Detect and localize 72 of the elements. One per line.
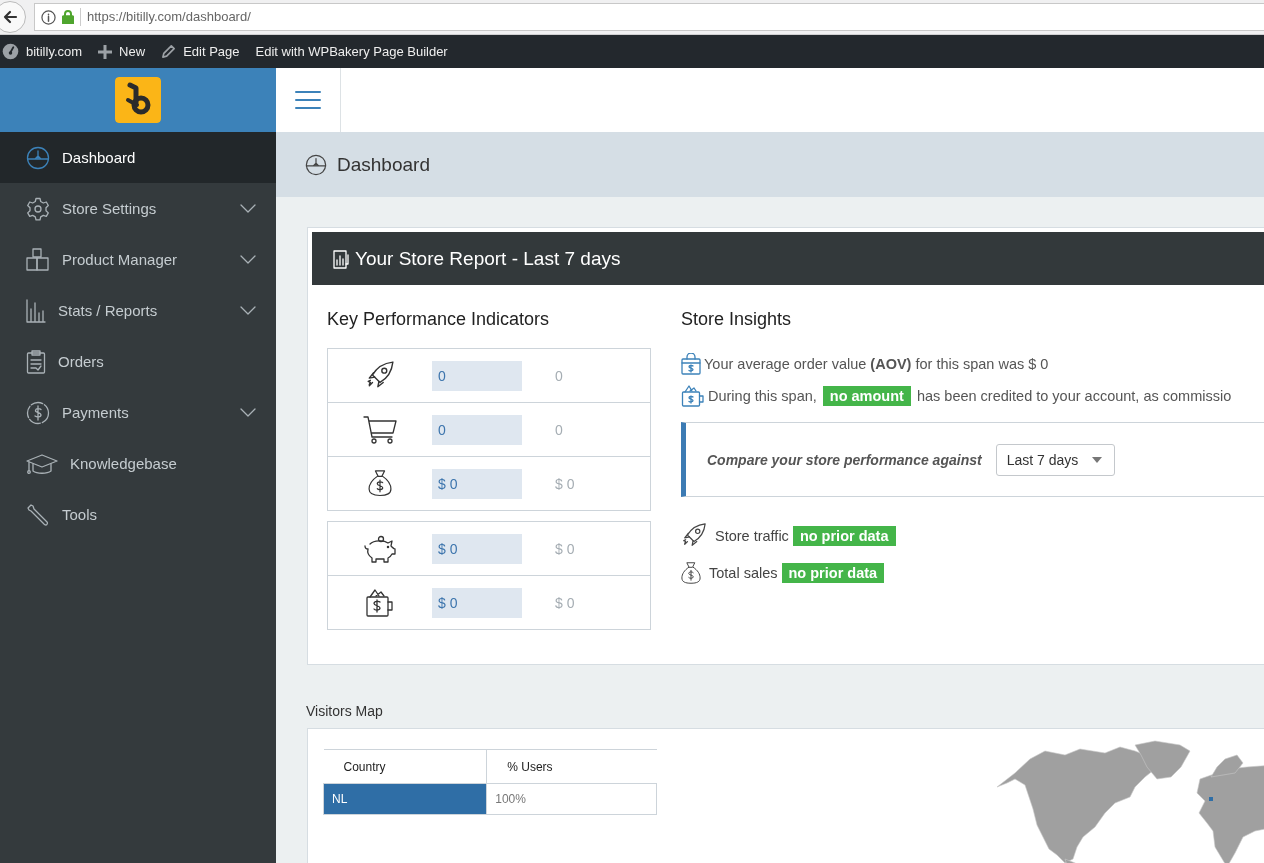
kpi-previous-value: 0	[555, 367, 563, 384]
table-cell: 100%	[486, 783, 657, 815]
aov-text: Your average order value (AOV) for this span was $ 0	[704, 356, 1049, 372]
status-badge: no prior data	[781, 562, 885, 583]
kpi-previous-value: $ 0	[555, 594, 575, 611]
kpi-value: $ 0	[432, 468, 522, 499]
plus-icon	[98, 44, 113, 59]
section-title: Visitors Map	[306, 703, 384, 719]
admin-bar-link[interactable]: Edit with WPBakery Page Builder	[255, 44, 448, 59]
graduation-cap-icon	[26, 451, 58, 476]
sidebar-item[interactable]: Payments	[0, 387, 276, 438]
section-title: Key Performance Indicators	[327, 309, 551, 330]
bar-chart-icon	[26, 298, 46, 323]
gear-icon	[26, 196, 50, 221]
dollar-circle-icon	[26, 400, 50, 425]
comparison-label: Total sales	[709, 564, 778, 581]
chevron-down-icon	[240, 254, 256, 265]
report-chart-icon	[333, 248, 349, 269]
admin-bar-link[interactable]: Edit Page	[183, 44, 240, 59]
back-button[interactable]	[0, 1, 26, 33]
status-badge: no prior data	[792, 525, 896, 546]
info-icon	[41, 9, 56, 25]
chevron-down-icon	[240, 305, 256, 316]
url-text: https://bitilly.com/dashboard/	[80, 8, 251, 26]
gauge-icon	[26, 145, 50, 170]
admin-bar-link[interactable]: bitilly.com	[26, 44, 83, 59]
chevron-down-icon	[240, 407, 256, 418]
sidebar-item[interactable]: Product Manager	[0, 234, 276, 285]
rocket-icon	[681, 522, 707, 549]
kpi-previous-value: $ 0	[555, 475, 575, 492]
credit-text: has been credited to your account, as commissio	[916, 388, 1232, 404]
page-title: Dashboard	[337, 153, 430, 176]
shopping-bag-icon	[681, 353, 701, 375]
wallet-icon	[681, 384, 705, 408]
lock-icon	[62, 10, 74, 24]
piggy-bank-icon	[364, 534, 396, 563]
sidebar-item[interactable]: Dashboard	[0, 132, 276, 183]
chevron-down-icon	[240, 203, 256, 214]
kpi-value: 0	[432, 360, 522, 391]
boxes-icon	[26, 247, 50, 272]
kpi-value: $ 0	[432, 533, 522, 564]
sidebar-item[interactable]: Tools	[0, 489, 276, 540]
column-header: % Users	[486, 749, 657, 784]
table-cell[interactable]: NL	[323, 783, 487, 815]
kpi-previous-value: $ 0	[555, 540, 575, 557]
sidebar-item[interactable]: Knowledgebase	[0, 438, 276, 489]
kpi-value: 0	[432, 414, 522, 445]
admin-bar-link[interactable]: New	[119, 44, 146, 59]
money-bag-icon	[368, 470, 392, 497]
wallet-icon	[365, 587, 395, 618]
back-arrow-icon	[2, 9, 18, 25]
report-title: Your Store Report - Last 7 days	[355, 247, 621, 270]
comparison-label: Store traffic	[715, 527, 789, 544]
compare-label: Compare your store performance against	[707, 451, 982, 468]
credit-text: During this span,	[708, 388, 817, 404]
gauge-icon	[305, 153, 327, 176]
status-badge: no amount	[822, 386, 911, 406]
cart-icon	[363, 414, 397, 445]
section-title: Store Insights	[681, 309, 793, 330]
clipboard-icon	[26, 349, 46, 374]
kpi-previous-value: 0	[555, 421, 563, 438]
menu-icon	[295, 90, 321, 110]
sidebar-item[interactable]: Store Settings	[0, 183, 276, 234]
caret-icon	[1092, 456, 1103, 463]
pencil-icon	[161, 44, 177, 59]
money-bag-icon	[681, 561, 701, 584]
kpi-value: $ 0	[432, 587, 522, 618]
period-select[interactable]: Last 7 days	[995, 443, 1116, 476]
logo-icon	[115, 77, 161, 123]
sidebar-item[interactable]: Stats / Reports	[0, 285, 276, 336]
address-bar[interactable]: https://bitilly.com/dashboard/	[34, 3, 1264, 31]
sidebar-item[interactable]: Orders	[0, 336, 276, 387]
